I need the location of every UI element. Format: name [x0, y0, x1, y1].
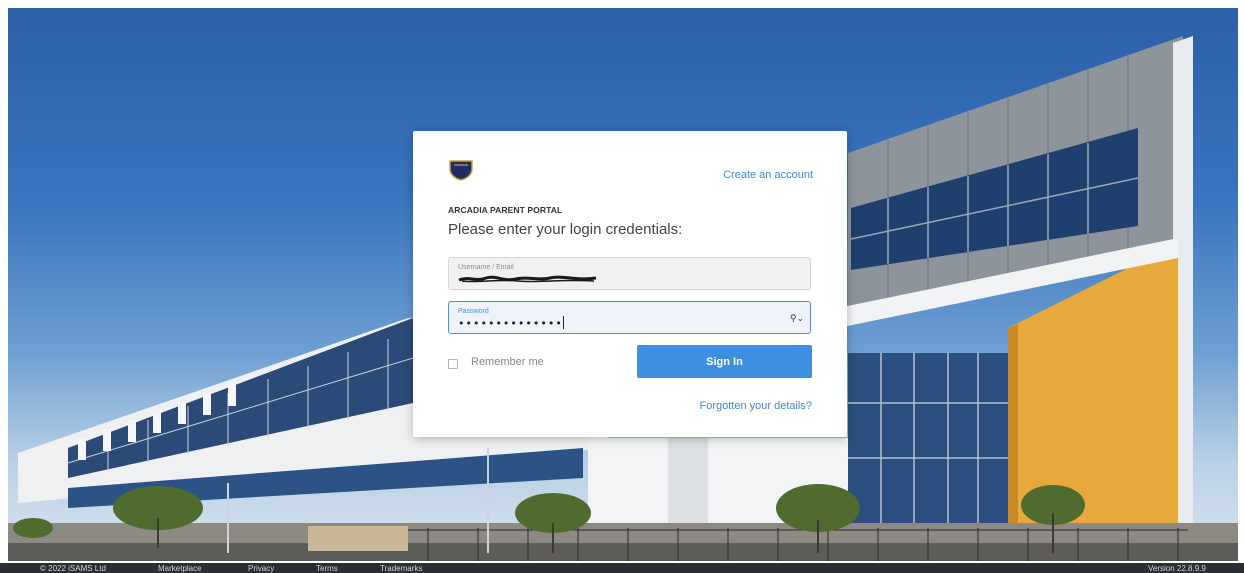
footer-link-trademarks[interactable]: Trademarks: [380, 564, 422, 573]
remember-me-checkbox[interactable]: [448, 359, 458, 369]
login-prompt: Please enter your login credentials:: [448, 221, 683, 238]
password-field[interactable]: Password •••••••••••••• ⚲⌄: [448, 301, 811, 334]
footer-link-marketplace[interactable]: Marketplace: [158, 564, 202, 573]
footer-bar: © 2022 iSAMS Ltd Marketplace Privacy Ter…: [0, 563, 1244, 573]
remember-me-label[interactable]: Remember me: [471, 356, 544, 368]
version-text: Version 22.8.9.9: [1148, 564, 1206, 573]
sign-in-button[interactable]: Sign In: [637, 345, 812, 378]
footer-link-terms[interactable]: Terms: [316, 564, 338, 573]
shield-crest-icon: [449, 160, 473, 181]
username-field[interactable]: Username / Email: [448, 257, 811, 290]
password-label: Password: [458, 308, 489, 315]
copyright-text: © 2022 iSAMS Ltd: [40, 564, 106, 573]
text-caret: [563, 316, 564, 329]
username-label: Username / Email: [458, 264, 514, 271]
login-card: Create an account ARCADIA PARENT PORTAL …: [413, 131, 847, 437]
create-account-link[interactable]: Create an account: [723, 169, 813, 181]
portal-name: ARCADIA PARENT PORTAL: [448, 205, 563, 215]
redacted-username-scribble: [458, 275, 597, 283]
password-value: ••••••••••••••: [458, 317, 563, 330]
key-dropdown-icon[interactable]: ⚲⌄: [790, 314, 804, 324]
forgotten-details-link[interactable]: Forgotten your details?: [699, 400, 812, 412]
footer-link-privacy[interactable]: Privacy: [248, 564, 274, 573]
